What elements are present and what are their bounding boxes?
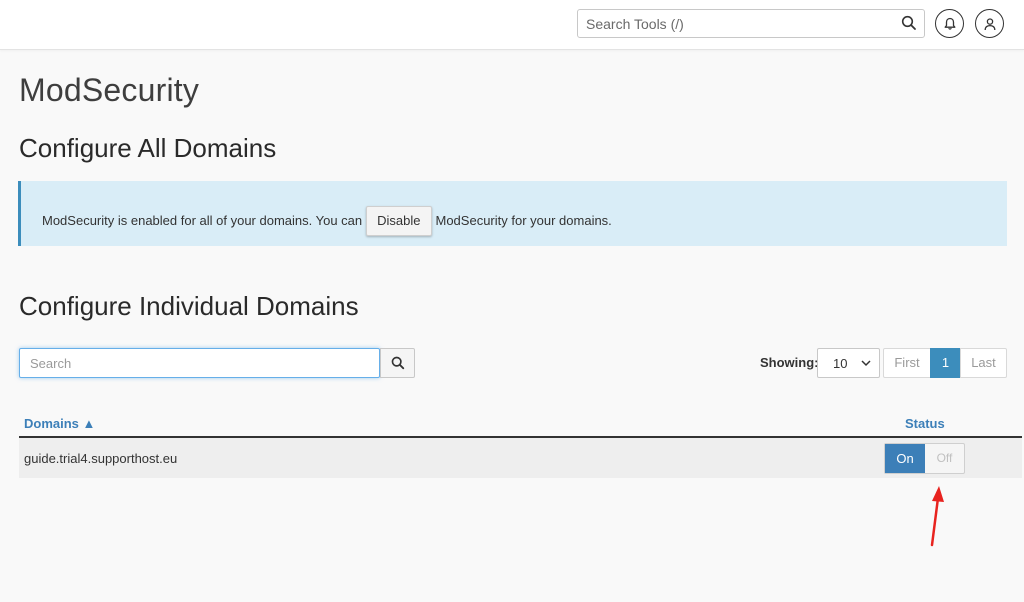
showing-label: Showing:: [760, 355, 819, 370]
page-size-select[interactable]: 10: [817, 348, 880, 378]
pagination-last[interactable]: Last: [960, 348, 1007, 378]
pagination-page-1[interactable]: 1: [930, 348, 961, 378]
modsecurity-status-notice: ModSecurity is enabled for all of your d…: [18, 181, 1007, 246]
column-header-status: Status: [905, 416, 945, 431]
page-title: ModSecurity: [19, 72, 200, 108]
chevron-down-icon: [861, 360, 871, 367]
disable-all-button[interactable]: Disable: [366, 206, 432, 236]
notice-text-after: ModSecurity for your domains.: [435, 212, 612, 228]
pagination: First 1 Last: [883, 348, 1007, 378]
user-menu-button[interactable]: [975, 9, 1004, 38]
page-size-value: 10: [833, 356, 848, 371]
bell-icon: [944, 17, 955, 30]
notice-text-before: ModSecurity is enabled for all of your d…: [42, 212, 363, 228]
configure-all-domains-heading: Configure All Domains: [19, 133, 277, 163]
domain-search-input[interactable]: [20, 349, 379, 377]
tool-search-input[interactable]: [578, 10, 878, 37]
pagination-first[interactable]: First: [883, 348, 931, 378]
notifications-button[interactable]: [935, 9, 964, 38]
modsecurity-toggle[interactable]: On Off: [884, 443, 965, 474]
notice-text: ModSecurity is enabled for all of your d…: [42, 205, 612, 236]
search-icon[interactable]: [901, 15, 917, 31]
table-row: guide.trial4.supporthost.eu On Off: [19, 438, 1022, 478]
toggle-on-button[interactable]: On: [885, 444, 925, 473]
toggle-off-button[interactable]: Off: [925, 444, 964, 473]
annotation-arrow-icon: [930, 486, 944, 547]
search-icon: [391, 356, 404, 370]
top-bar: [0, 0, 1024, 50]
tool-search-box[interactable]: [577, 9, 925, 38]
domain-search-button[interactable]: [380, 348, 415, 378]
user-icon: [984, 17, 995, 30]
configure-individual-domains-heading: Configure Individual Domains: [19, 291, 359, 321]
domain-name: guide.trial4.supporthost.eu: [24, 451, 178, 466]
domain-search-box[interactable]: [19, 348, 380, 378]
column-header-domains[interactable]: Domains ▲: [24, 416, 95, 431]
